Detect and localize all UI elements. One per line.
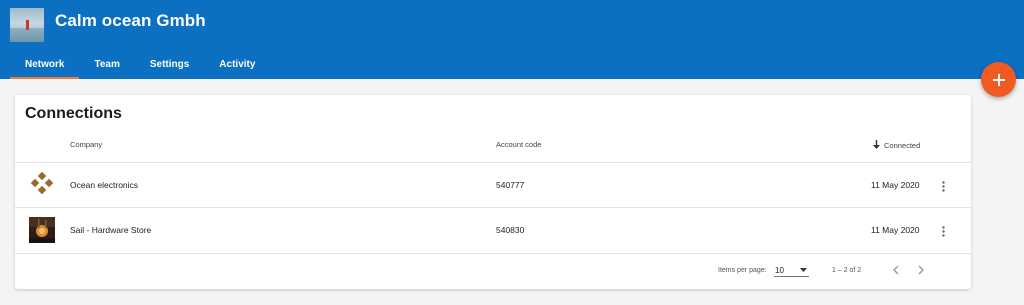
table-row[interactable]: Ocean electronics 540777 11 May 2020 (15, 163, 971, 208)
account-code: 540777 (496, 180, 525, 190)
company-name: Ocean electronics (70, 180, 139, 190)
app-header: Calm ocean Gmbh Network Team Settings Ac… (0, 0, 1024, 79)
connections-card: Connections Company Account code Connect… (15, 95, 971, 289)
chevron-left-icon (893, 265, 899, 275)
org-avatar (10, 8, 44, 42)
more-vertical-icon (941, 180, 945, 192)
company-name: Sail - Hardware Store (70, 225, 152, 235)
next-page-button[interactable] (915, 264, 927, 276)
diamond-pattern-logo-icon (30, 171, 54, 195)
table-row[interactable]: Sail - Hardware Store 540830 11 May 2020 (15, 208, 971, 253)
chevron-right-icon (918, 265, 924, 275)
items-per-page-select[interactable]: 10 (774, 263, 809, 277)
pagination-range: 1 – 2 of 2 (832, 267, 862, 274)
items-per-page-label: Items per page: (718, 267, 767, 274)
caret-down-icon (800, 268, 807, 272)
row-menu-button[interactable] (936, 179, 950, 193)
company-logo (29, 171, 55, 198)
org-title: Calm ocean Gmbh (55, 11, 206, 30)
add-connection-button[interactable] (981, 62, 1016, 97)
card-title: Connections (25, 105, 122, 122)
plus-icon (992, 73, 1005, 86)
more-vertical-icon (941, 225, 945, 237)
tab-network[interactable]: Network (10, 52, 80, 79)
arrow-down-icon (873, 140, 880, 149)
divider (15, 253, 971, 254)
tab-bar: Network Team Settings Activity (10, 52, 270, 79)
previous-page-button[interactable] (890, 264, 902, 276)
row-menu-button[interactable] (936, 224, 950, 238)
company-logo (29, 217, 55, 243)
account-code: 540830 (496, 225, 525, 235)
tab-activity[interactable]: Activity (204, 52, 270, 79)
items-per-page-value: 10 (775, 266, 784, 275)
connected-date: 11 May 2020 (871, 225, 920, 235)
tab-team[interactable]: Team (79, 52, 134, 79)
column-header-account-code[interactable]: Account code (496, 140, 541, 149)
tab-settings[interactable]: Settings (135, 52, 204, 79)
column-header-connected[interactable]: Connected (873, 140, 920, 150)
column-header-connected-label: Connected (884, 141, 921, 150)
hardware-store-photo-icon (29, 217, 55, 243)
column-header-company[interactable]: Company (70, 140, 102, 149)
connected-date: 11 May 2020 (871, 180, 920, 190)
